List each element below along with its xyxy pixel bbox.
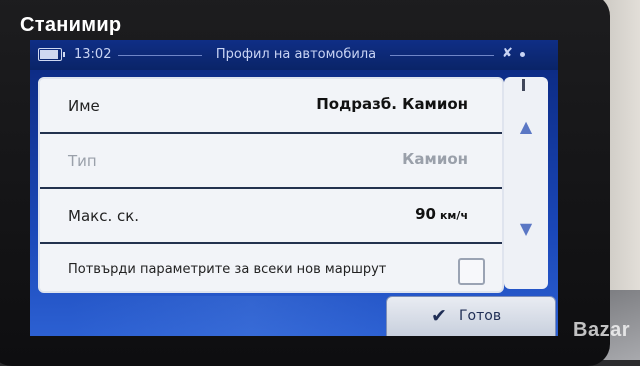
scrollbar[interactable]: ▲ ▼ xyxy=(504,77,548,289)
screen: 13:02 Профил на автомобила ✘ Име Подразб… xyxy=(30,40,558,336)
scroll-up-icon[interactable]: ▲ xyxy=(516,119,536,135)
row-name-label: Име xyxy=(68,97,100,115)
row-max-speed[interactable]: Макс. ск. 90 км/ч xyxy=(40,189,502,244)
max-speed-unit: км/ч xyxy=(439,209,468,222)
battery-icon xyxy=(38,48,65,61)
confirm-params-checkbox[interactable] xyxy=(458,258,485,285)
settings-list: Име Подразб. Камион Тип Камион Макс. ск.… xyxy=(38,77,504,293)
title-divider-left xyxy=(118,55,202,56)
row-max-speed-value: 90 км/ч xyxy=(415,205,468,223)
row-name[interactable]: Име Подразб. Камион xyxy=(40,79,502,134)
scroll-down-icon[interactable]: ▼ xyxy=(516,221,536,237)
done-button-label: Готов xyxy=(459,308,502,324)
checkmark-icon: ✔ xyxy=(431,305,447,327)
row-type: Тип Камион xyxy=(40,134,502,189)
confirm-params-label: Потвърди параметрите за всеки нов маршру… xyxy=(68,262,387,277)
scroll-thumb[interactable] xyxy=(522,79,525,91)
status-bar: 13:02 Профил на автомобила ✘ xyxy=(30,40,558,70)
main-area: Име Подразб. Камион Тип Камион Макс. ск.… xyxy=(30,70,558,336)
max-speed-number: 90 xyxy=(415,205,436,223)
background-swoosh xyxy=(70,296,400,336)
row-name-value: Подразб. Камион xyxy=(316,95,468,113)
clock: 13:02 xyxy=(74,47,112,62)
page-title: Профил на автомобила xyxy=(215,47,377,62)
title-divider-right xyxy=(390,55,494,56)
owner-label: Станимир xyxy=(20,14,122,36)
row-confirm-params[interactable]: Потвърди параметрите за всеки нов маршру… xyxy=(40,244,502,291)
row-type-value: Камион xyxy=(402,150,468,168)
done-button[interactable]: ✔ Готов xyxy=(386,296,556,336)
row-max-speed-label: Макс. ск. xyxy=(68,207,140,225)
row-type-label: Тип xyxy=(68,152,97,170)
gps-status-dot xyxy=(520,52,525,57)
watermark: Bazar xyxy=(573,319,630,341)
